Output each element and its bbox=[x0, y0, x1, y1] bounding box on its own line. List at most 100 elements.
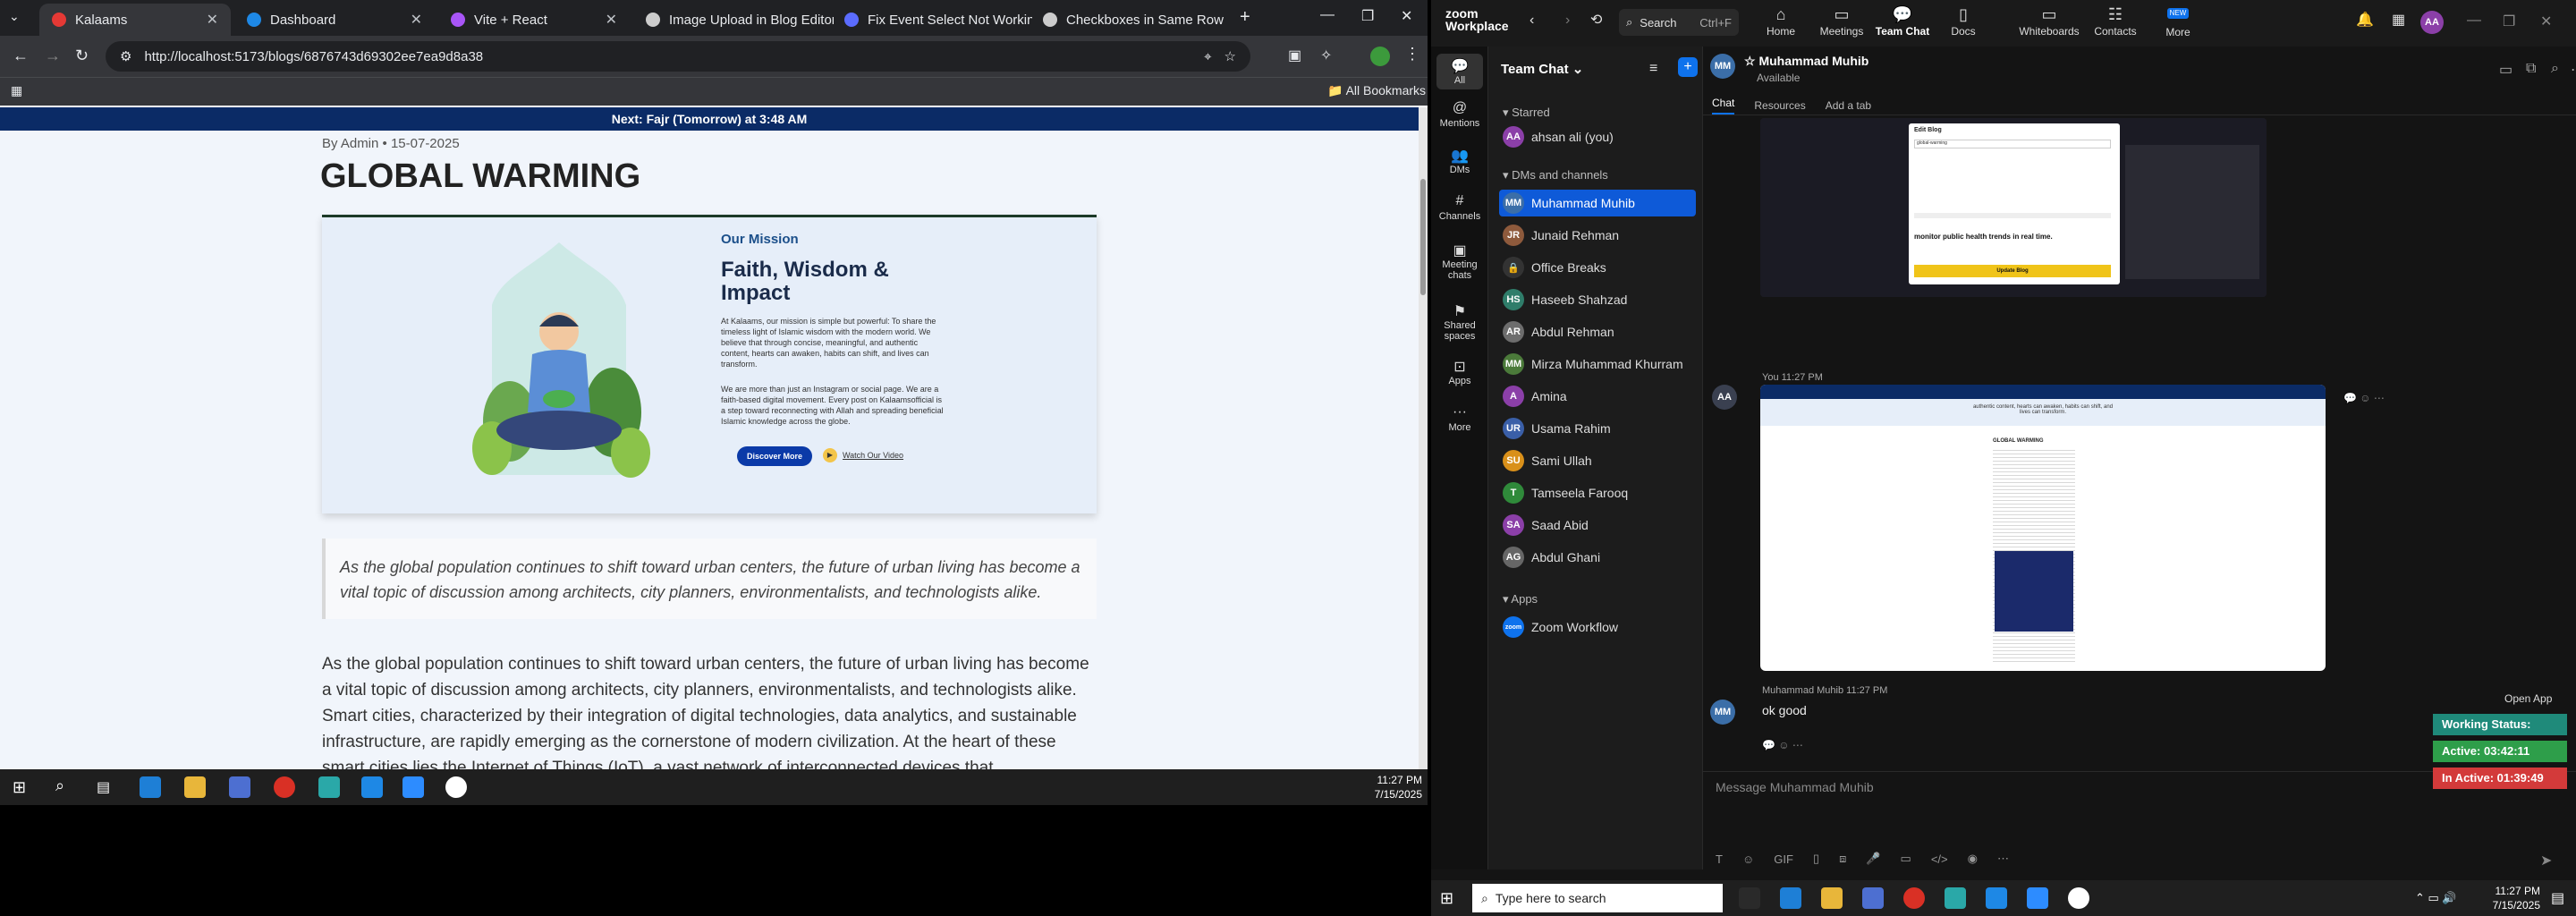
contact-item[interactable]: 🔒 Office Breaks bbox=[1499, 254, 1696, 281]
open-app-button[interactable]: Open App bbox=[2504, 692, 2552, 705]
contact-item[interactable]: MM Mirza Muhammad Khurram bbox=[1499, 351, 1696, 377]
extension-icon[interactable]: ▣ bbox=[1288, 47, 1301, 64]
message-text[interactable]: ok good bbox=[1762, 703, 1807, 717]
all-bookmarks[interactable]: 📁 All Bookmarks bbox=[1327, 83, 1426, 98]
apps-grid-icon[interactable]: ▦ bbox=[11, 83, 22, 98]
address-bar[interactable]: ⚙ http://localhost:5173/blogs/6876743d69… bbox=[106, 41, 1250, 72]
tab-vite-react[interactable]: Vite + React ✕ bbox=[438, 4, 630, 36]
new-tab-button[interactable]: + bbox=[1240, 7, 1250, 28]
contact-item[interactable]: AR Abdul Rehman bbox=[1499, 318, 1696, 345]
rail-dms[interactable]: 👥 DMs bbox=[1431, 147, 1488, 175]
chrome-icon[interactable] bbox=[1903, 887, 1925, 909]
rail-shared-spaces[interactable]: ⚑ Shared spaces bbox=[1431, 302, 1488, 342]
close-window-icon[interactable]: ✕ bbox=[2540, 13, 2552, 30]
dms-section[interactable]: ▾ DMs and channels bbox=[1503, 168, 1608, 182]
contact-item[interactable]: JR Junaid Rehman bbox=[1499, 222, 1696, 249]
user-avatar[interactable]: AA bbox=[2420, 11, 2444, 34]
app-zoom-workflow[interactable]: zoom Zoom Workflow bbox=[1499, 614, 1696, 640]
contact-item[interactable]: SU Sami Ullah bbox=[1499, 447, 1696, 474]
tab-dashboard[interactable]: Dashboard ✕ bbox=[234, 4, 435, 36]
restore-icon[interactable]: ❐ bbox=[1361, 7, 1374, 25]
forward-icon[interactable]: › bbox=[1565, 13, 1570, 29]
nav-whiteboards[interactable]: ▭ Whiteboards bbox=[2009, 5, 2089, 38]
task-view-icon[interactable]: ▤ bbox=[97, 778, 110, 796]
scrollbar-thumb[interactable] bbox=[1420, 179, 1426, 295]
rail-channels[interactable]: # Channels bbox=[1431, 193, 1488, 222]
system-tray-icons[interactable]: ⌃ ▭ 🔊 bbox=[2415, 891, 2457, 905]
starred-self[interactable]: AA ahsan ali (you) bbox=[1499, 123, 1696, 150]
video-call-icon[interactable]: ▭ bbox=[2499, 61, 2512, 79]
chrome-icon[interactable] bbox=[274, 776, 295, 798]
shared-screenshot-1[interactable]: Edit Blog global-warming monitor public … bbox=[1760, 118, 2267, 297]
menu-kebab-icon[interactable]: ⋮ bbox=[1404, 45, 1420, 64]
chat-contact-name[interactable]: ☆ Muhammad Muhib bbox=[1744, 54, 1868, 69]
forward-icon[interactable]: → bbox=[45, 47, 61, 65]
code-icon[interactable]: </> bbox=[1931, 852, 1948, 866]
contact-item[interactable]: UR Usama Rahim bbox=[1499, 415, 1696, 442]
tracker-icon[interactable] bbox=[2068, 887, 2089, 909]
contact-item[interactable]: T Tamseela Farooq bbox=[1499, 479, 1696, 506]
back-icon[interactable]: ‹ bbox=[1530, 13, 1534, 29]
contact-item[interactable]: HS Haseeb Shahzad bbox=[1499, 286, 1696, 313]
contact-item[interactable]: AG Abdul Ghani bbox=[1499, 544, 1696, 571]
url-text[interactable]: http://localhost:5173/blogs/6876743d6930… bbox=[144, 49, 483, 64]
more-dots-icon[interactable]: ⋯ bbox=[1997, 852, 2009, 866]
taskbar-search[interactable]: ⌕ Type here to search bbox=[1472, 884, 1723, 912]
minimize-icon[interactable]: — bbox=[1320, 7, 1335, 23]
nav-home[interactable]: ⌂ Home bbox=[1750, 5, 1812, 38]
windows-start-icon[interactable]: ⊞ bbox=[13, 778, 26, 797]
shared-screenshot-2[interactable]: authentic content, hearts can awaken, ha… bbox=[1760, 385, 2326, 671]
history-icon[interactable]: ⟲ bbox=[1590, 11, 1602, 29]
screenshot-icon[interactable]: ⧈ bbox=[1839, 852, 1846, 866]
notification-icon[interactable]: ▤ bbox=[2551, 889, 2564, 907]
close-icon[interactable]: ✕ bbox=[606, 11, 617, 29]
reaction-icons[interactable]: 💬 ☺ ⋯ bbox=[2343, 392, 2385, 404]
close-icon[interactable]: ✕ bbox=[207, 11, 218, 29]
close-window-icon[interactable]: ✕ bbox=[1401, 7, 1412, 25]
nav-meetings[interactable]: ▭ Meetings bbox=[1810, 5, 1873, 38]
tab-kalaams[interactable]: Kalaams ✕ bbox=[39, 4, 231, 36]
back-icon[interactable]: ← bbox=[13, 47, 29, 65]
rail-meeting-chats[interactable]: ▣ Meeting chats bbox=[1431, 242, 1488, 281]
tab-checkboxes[interactable]: Checkboxes in Same Row ✕ bbox=[1030, 4, 1231, 36]
contact-avatar[interactable]: MM bbox=[1710, 54, 1735, 79]
zoom-search[interactable]: ⌕ Search Ctrl+F bbox=[1619, 9, 1739, 36]
task-view-icon[interactable] bbox=[1739, 887, 1760, 909]
profile-avatar[interactable] bbox=[1370, 47, 1390, 66]
new-chat-plus-icon[interactable]: + bbox=[1678, 57, 1698, 77]
location-icon[interactable]: ⌖ bbox=[1204, 49, 1211, 64]
tab-image-upload[interactable]: Image Upload in Blog Editor ✕ bbox=[633, 4, 834, 36]
filter-icon[interactable]: ≡ bbox=[1649, 61, 1657, 77]
rail-all[interactable]: 💬 All bbox=[1436, 54, 1483, 89]
zoom-icon[interactable] bbox=[402, 776, 424, 798]
more-dots-icon[interactable]: ⋯ bbox=[2571, 61, 2576, 79]
search-icon[interactable]: ⌕ bbox=[2551, 61, 2559, 77]
app-icon[interactable] bbox=[318, 776, 340, 798]
store-icon[interactable] bbox=[1862, 887, 1884, 909]
zoom-icon[interactable] bbox=[2027, 887, 2048, 909]
tab-chat[interactable]: Chat bbox=[1712, 97, 1735, 114]
file-icon[interactable]: ▯ bbox=[1813, 852, 1819, 866]
restore-icon[interactable]: ❐ bbox=[2503, 13, 2515, 30]
rail-mentions[interactable]: @ Mentions bbox=[1431, 100, 1488, 129]
minimize-icon[interactable]: — bbox=[2467, 13, 2481, 29]
app-icon[interactable]: ◉ bbox=[1968, 852, 1978, 866]
site-info-icon[interactable]: ⚙ bbox=[120, 48, 131, 64]
app-icon[interactable] bbox=[1945, 887, 1966, 909]
nav-more[interactable]: NEW More bbox=[2147, 5, 2209, 38]
file-explorer-icon[interactable] bbox=[184, 776, 206, 798]
video-clip-icon[interactable]: ▭ bbox=[1901, 852, 1911, 866]
gif-icon[interactable]: GIF bbox=[1774, 852, 1793, 866]
watch-video-link[interactable]: ▶ Watch Our Video bbox=[823, 448, 903, 462]
page-scrollbar[interactable] bbox=[1419, 107, 1428, 769]
format-icon[interactable]: T bbox=[1716, 852, 1723, 866]
clock-right[interactable]: 11:27 PM 7/15/2025 bbox=[2478, 884, 2540, 912]
close-icon[interactable]: ✕ bbox=[411, 11, 422, 29]
nav-contacts[interactable]: ☷ Contacts bbox=[2084, 5, 2147, 38]
whiteboard-quick-icon[interactable]: ▦ bbox=[2392, 11, 2405, 29]
send-icon[interactable]: ➤ bbox=[2540, 852, 2552, 869]
tab-add[interactable]: Add a tab bbox=[1826, 99, 1871, 112]
rail-more[interactable]: ··· More bbox=[1431, 404, 1488, 433]
bookmark-star-icon[interactable]: ☆ bbox=[1224, 48, 1236, 64]
contact-item[interactable]: SA Saad Abid bbox=[1499, 512, 1696, 539]
